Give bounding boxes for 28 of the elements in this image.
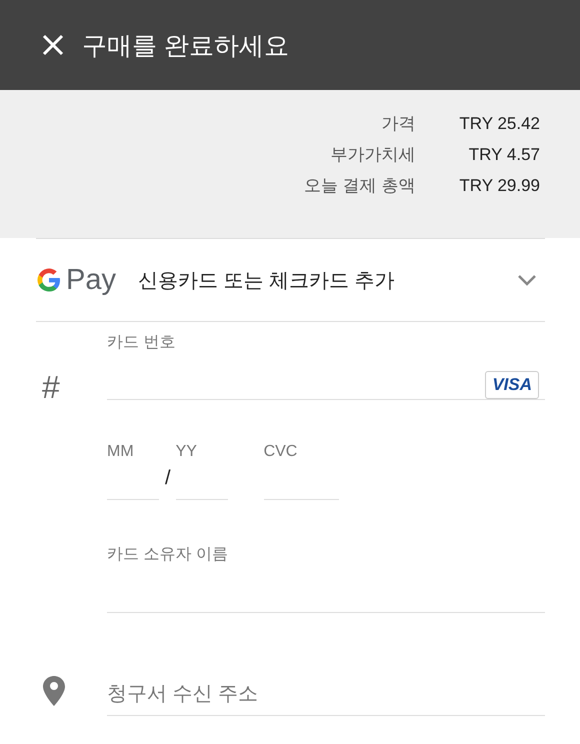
field-label: YY [176,443,198,461]
price-value: TRY 25.42 [459,113,540,135]
cardholder-name-field[interactable]: 카드 소유자 이름 [107,544,545,613]
price-label: 가격 [381,113,416,135]
chevron-icon [517,273,537,287]
card-number-field[interactable]: 카드 번호 VISA [107,332,545,400]
field-label: 카드 번호 [107,333,176,353]
expand-button[interactable] [517,273,537,287]
price-label: 오늘 결제 총액 [304,175,416,197]
billing-address-field[interactable]: 청구서 수신 주소 [107,673,545,716]
location-pin-icon [43,676,65,706]
hash-icon: # [42,369,60,406]
expiry-year-field[interactable]: YY [176,443,228,500]
brand-name: Pay [66,264,116,296]
price-value: TRY 29.99 [459,175,540,197]
date-separator: / [165,467,171,490]
payment-method-label: 신용카드 또는 체크카드 추가 [138,268,396,294]
google-g-icon [36,267,62,293]
field-label: MM [107,443,135,461]
field-label: 카드 소유자 이름 [107,545,229,565]
expiry-month-field[interactable]: MM [107,443,159,500]
price-value: TRY 4.57 [468,144,540,166]
page-title: 구매를 완료하세요 [82,30,289,62]
price-label: 부가가치세 [330,144,416,166]
field-label: CVC [264,443,298,461]
card-brand-badge: VISA [485,371,539,399]
close-button[interactable] [42,34,64,56]
cvc-field[interactable]: CVC [264,443,339,500]
